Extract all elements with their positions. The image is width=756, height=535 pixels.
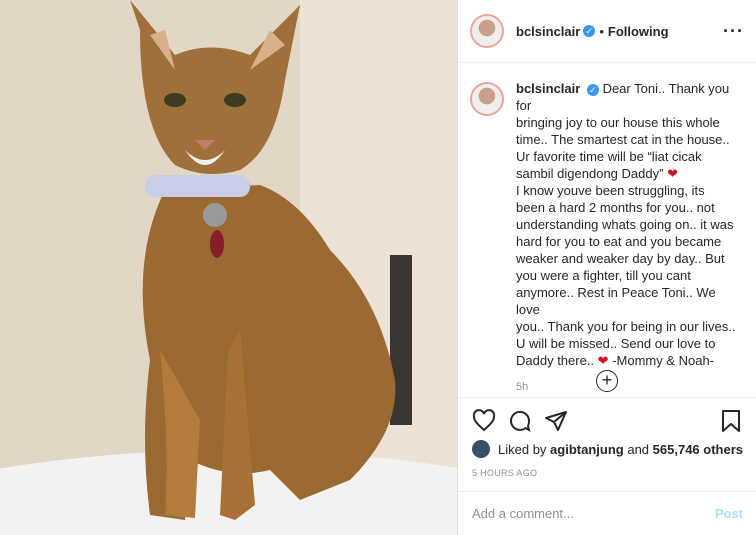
caption-text: bclsinclair ✓ Dear Toni.. Thank you for …	[516, 80, 738, 396]
comment-input[interactable]	[472, 506, 715, 521]
liked-by-and: and	[627, 441, 650, 457]
post-photo	[0, 0, 457, 535]
caption-line: you.. Thank you for being in our lives..	[516, 319, 736, 334]
caption-line: time.. The smartest cat in the house..	[516, 132, 730, 147]
caption-username[interactable]: bclsinclair	[516, 81, 580, 96]
caption-time[interactable]: 5h	[516, 379, 738, 396]
likes-count[interactable]: 565,746 others	[653, 442, 743, 457]
post-timestamp[interactable]: 5 HOURS AGO	[472, 468, 537, 478]
action-bar	[458, 397, 756, 443]
post-sidebar: bclsinclair ✓ • Following ··· bclsinclai…	[457, 0, 756, 535]
avatar[interactable]	[470, 14, 504, 48]
caption-signature: -Mommy & Noah-	[612, 353, 715, 368]
username-link[interactable]: bclsinclair	[516, 24, 580, 39]
caption-block: bclsinclair ✓ Dear Toni.. Thank you for …	[470, 80, 746, 396]
caption-line: sambil digendong Daddy”	[516, 166, 664, 181]
heart-emoji-icon: ❤	[667, 166, 678, 181]
more-options-icon[interactable]: ···	[723, 21, 744, 42]
caption-line: Ur favorite time will be “liat cicak	[516, 149, 702, 164]
likes-line: Liked by agibtanjung and 565,746 others	[472, 440, 743, 458]
share-icon[interactable]	[544, 409, 568, 433]
comment-icon[interactable]	[508, 409, 532, 433]
caption-avatar[interactable]	[470, 82, 504, 116]
caption-line: Daddy there..	[516, 353, 595, 368]
caption-line: been a hard 2 months for you.. not	[516, 200, 715, 215]
caption-line: understanding whats going on.. it was	[516, 217, 734, 232]
following-button[interactable]: Following	[608, 24, 669, 39]
heart-icon[interactable]	[472, 408, 496, 433]
cat-image	[0, 0, 457, 535]
caption-line: hard for you to eat and you became	[516, 234, 722, 249]
comment-bar: Post	[458, 491, 756, 535]
liker-avatar[interactable]	[472, 440, 490, 458]
liked-by-user[interactable]: agibtanjung	[550, 442, 624, 457]
separator-dot: •	[599, 23, 604, 39]
post-header: bclsinclair ✓ • Following ···	[458, 0, 756, 63]
verified-badge-icon: ✓	[583, 25, 596, 37]
post-button[interactable]: Post	[715, 506, 743, 521]
caption-line: U will be missed.. Send our love to	[516, 336, 716, 351]
caption-line: I know youve been struggling, its	[516, 183, 705, 198]
liked-by-prefix: Liked by	[498, 441, 547, 457]
caption-line: weaker and weaker day by day.. But	[516, 251, 725, 266]
verified-badge-icon: ✓	[586, 84, 599, 96]
plus-circle-icon[interactable]: +	[596, 370, 618, 392]
heart-emoji-icon: ❤	[597, 353, 609, 368]
caption-line: you were a fighter, till you cant	[516, 268, 691, 283]
caption-line: bringing joy to our house this whole	[516, 115, 720, 130]
caption-line: anymore.. Rest in Peace Toni.. We love	[516, 285, 716, 317]
bookmark-icon[interactable]	[719, 409, 743, 433]
